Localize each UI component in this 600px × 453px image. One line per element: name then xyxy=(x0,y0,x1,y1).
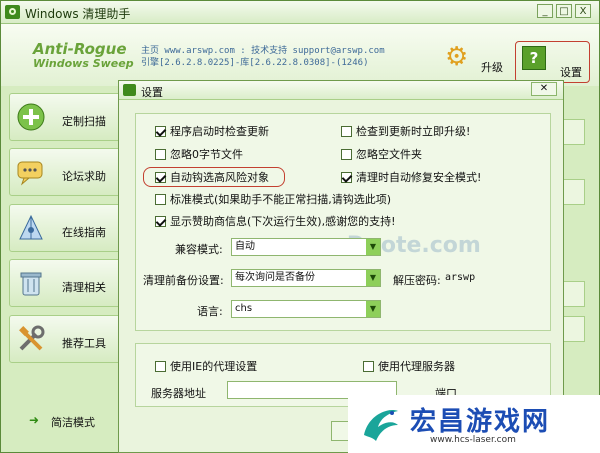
checkbox-box[interactable] xyxy=(341,125,352,137)
checkbox-label: 使用IE的代理设置 xyxy=(170,360,258,373)
checkbox-box[interactable] xyxy=(155,193,166,205)
gear-icon[interactable]: ⚙ xyxy=(445,42,468,72)
settings-button[interactable]: ? 设置 xyxy=(515,41,590,83)
language-select[interactable]: chs ▼ xyxy=(231,300,381,318)
chat-icon xyxy=(17,161,43,186)
chevron-down-icon[interactable]: ▼ xyxy=(366,239,380,255)
checkbox-box[interactable] xyxy=(155,215,166,227)
brand-name: 宏昌游戏网 xyxy=(410,407,551,437)
checkbox-label: 清理时自动修复安全模式! xyxy=(356,171,482,184)
sidebar-item-custom-scan[interactable]: 定制扫描 xyxy=(9,93,121,141)
unzip-password-value: arswp xyxy=(445,272,476,283)
checkbox-label: 使用代理服务器 xyxy=(378,360,455,373)
dialog-title-bar[interactable]: 设置 ✕ xyxy=(119,81,563,100)
plus-icon xyxy=(17,103,45,131)
use-proxy-server-checkbox[interactable]: 使用代理服务器 xyxy=(363,359,455,373)
compat-mode-value: 自动 xyxy=(235,241,255,252)
backup-setting-select[interactable]: 每次询问是否备份 ▼ xyxy=(231,269,381,287)
brand-url: www.hcs-laser.com xyxy=(430,435,516,445)
logo-subtitle: Windows Sweep xyxy=(33,57,134,70)
minimize-button[interactable]: _ xyxy=(537,4,553,18)
main-panel-edge xyxy=(561,281,585,307)
sidebar-item-label: 定制扫描 xyxy=(62,115,106,128)
app-icon xyxy=(5,5,20,19)
check-update-on-start-checkbox[interactable]: 程序启动时检查更新 xyxy=(155,124,269,138)
sidebar-item-online-guide[interactable]: 在线指南 xyxy=(9,204,121,252)
checkbox-label: 程序启动时检查更新 xyxy=(170,125,269,138)
close-button[interactable]: X xyxy=(575,4,591,18)
checkbox-label: 忽略0字节文件 xyxy=(170,148,243,161)
header-banner: Anti-Rogue Windows Sweep 主页 www.arswp.co… xyxy=(1,24,599,86)
checkbox-label: 检查到更新时立即升级! xyxy=(356,125,471,138)
logo-title: Anti-Rogue xyxy=(33,40,127,58)
compat-mode-label: 兼容模式: xyxy=(175,243,223,256)
dialog-title: 设置 xyxy=(141,86,163,99)
language-value: chs xyxy=(235,303,253,314)
sidebar-item-label: 论坛求助 xyxy=(62,170,106,183)
checkbox-label: 忽略空文件夹 xyxy=(356,148,422,161)
settings-label: 设置 xyxy=(560,66,582,79)
backup-setting-value: 每次询问是否备份 xyxy=(235,272,315,283)
ignore-zero-byte-checkbox[interactable]: 忽略0字节文件 xyxy=(155,147,243,161)
sidebar-item-forum-help[interactable]: 论坛求助 xyxy=(9,148,121,196)
maximize-button[interactable]: □ xyxy=(556,4,572,18)
compat-mode-select[interactable]: 自动 ▼ xyxy=(231,238,381,256)
dialog-close-button[interactable]: ✕ xyxy=(531,82,557,96)
chevron-down-icon[interactable]: ▼ xyxy=(366,301,380,317)
checkbox-label: 显示赞助商信息(下次运行生效),感谢您的支持! xyxy=(170,215,396,228)
sidebar-item-recommended-tools[interactable]: 推荐工具 xyxy=(9,315,121,363)
auto-check-high-risk-checkbox[interactable]: 自动钩选高风险对象 xyxy=(155,170,269,184)
brand-overlay: 宏昌游戏网 www.hcs-laser.com xyxy=(348,395,600,453)
tools-icon xyxy=(19,325,45,351)
checkbox-box[interactable] xyxy=(155,148,166,160)
server-address-label: 服务器地址 xyxy=(151,387,206,400)
dragon-logo-icon xyxy=(364,410,398,441)
arrow-right-icon: ➜ xyxy=(29,413,40,427)
window-title: Windows 清理助手 xyxy=(25,7,131,21)
checkbox-label: 自动钩选高风险对象 xyxy=(170,171,269,184)
checkbox-box[interactable] xyxy=(155,125,166,137)
unzip-password-label: 解压密码: xyxy=(393,274,441,287)
sidebar-item-cleanup[interactable]: 清理相关 xyxy=(9,259,121,307)
repair-safe-mode-checkbox[interactable]: 清理时自动修复安全模式! xyxy=(341,170,481,184)
simple-mode-link[interactable]: ➜ 简洁模式 xyxy=(9,405,121,435)
upgrade-button[interactable]: 升级 xyxy=(481,59,503,75)
show-sponsor-checkbox[interactable]: 显示赞助商信息(下次运行生效),感谢您的支持! xyxy=(155,214,396,228)
checkbox-box[interactable] xyxy=(341,148,352,160)
checkbox-label: 标准模式(如果助手不能正常扫描,请钩选此项) xyxy=(170,193,392,206)
trash-icon xyxy=(20,272,42,296)
question-icon: ? xyxy=(522,46,546,70)
main-panel-edge xyxy=(561,119,585,145)
engine-version: 引擎[2.6.2.8.0225]-库[2.6.22.8.0308]-(1246) xyxy=(141,58,369,68)
simple-mode-label: 简洁模式 xyxy=(51,416,95,429)
chevron-down-icon[interactable]: ▼ xyxy=(366,270,380,286)
backup-setting-label: 清理前备份设置: xyxy=(143,274,224,287)
checkbox-box[interactable] xyxy=(341,171,352,183)
upgrade-when-found-checkbox[interactable]: 检查到更新时立即升级! xyxy=(341,124,470,138)
ignore-empty-folder-checkbox[interactable]: 忽略空文件夹 xyxy=(341,147,422,161)
main-panel-edge xyxy=(561,179,585,205)
sidebar-item-label: 推荐工具 xyxy=(62,337,106,350)
title-bar[interactable]: Windows 清理助手 _ □ X xyxy=(1,1,599,24)
sidebar-item-label: 在线指南 xyxy=(62,226,106,239)
use-ie-proxy-checkbox[interactable]: 使用IE的代理设置 xyxy=(155,359,257,373)
compass-icon xyxy=(19,214,43,240)
checkbox-box[interactable] xyxy=(155,360,166,372)
standard-mode-checkbox[interactable]: 标准模式(如果助手不能正常扫描,请钩选此项) xyxy=(155,192,391,206)
sidebar-item-label: 清理相关 xyxy=(62,281,106,294)
main-panel-edge xyxy=(561,316,585,342)
checkbox-box[interactable] xyxy=(155,171,166,183)
dialog-app-icon xyxy=(123,84,136,96)
checkbox-box[interactable] xyxy=(363,360,374,372)
language-label: 语言: xyxy=(197,305,223,318)
